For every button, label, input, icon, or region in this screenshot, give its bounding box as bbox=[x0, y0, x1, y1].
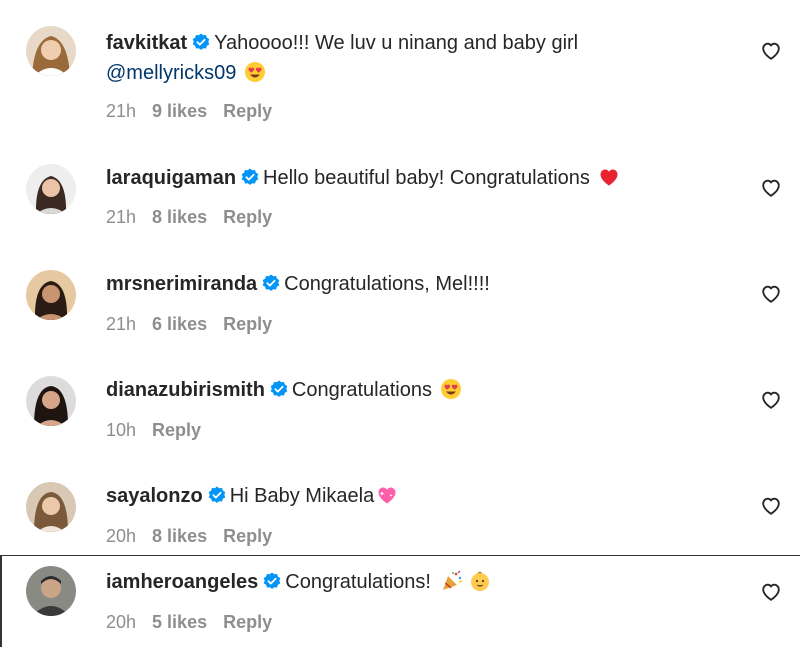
comment-text: Congratulations, Mel!!!! bbox=[284, 273, 490, 295]
timestamp: 20h bbox=[106, 526, 137, 546]
likes-count[interactable]: 8 likes bbox=[152, 526, 207, 546]
comment-line: sayalonzo Hi Baby Mikaela bbox=[106, 481, 730, 511]
like-heart-icon[interactable] bbox=[760, 581, 782, 603]
comment-line: laraquigaman Hello beautiful baby! Congra… bbox=[106, 163, 730, 193]
comment-text: Congratulations! bbox=[285, 571, 431, 593]
heart-eyes-emoji-icon bbox=[244, 61, 266, 83]
username-link[interactable]: laraquigaman bbox=[106, 167, 236, 189]
image-seam-line bbox=[0, 555, 800, 556]
likes-count[interactable]: 6 likes bbox=[152, 314, 207, 334]
image-seam-edge bbox=[0, 555, 2, 647]
verified-badge-icon bbox=[263, 572, 281, 590]
avatar[interactable] bbox=[26, 482, 76, 532]
like-heart-icon[interactable] bbox=[760, 389, 782, 411]
reply-button[interactable]: Reply bbox=[223, 101, 272, 121]
comment-meta: 20h 5 likes Reply bbox=[106, 612, 288, 633]
avatar[interactable] bbox=[26, 164, 76, 214]
timestamp: 21h bbox=[106, 101, 137, 121]
verified-badge-icon bbox=[208, 486, 226, 504]
baby-emoji-icon bbox=[469, 570, 491, 592]
heart-eyes-emoji-icon bbox=[440, 378, 462, 400]
username-link[interactable]: dianazubirismith bbox=[106, 379, 265, 401]
comment-text: Yahoooo!!! We luv u ninang and baby girl bbox=[214, 32, 579, 54]
reply-button[interactable]: Reply bbox=[152, 420, 201, 440]
sparkling-heart-emoji-icon bbox=[376, 484, 398, 506]
avatar[interactable] bbox=[26, 270, 76, 320]
like-heart-icon[interactable] bbox=[760, 283, 782, 305]
timestamp: 21h bbox=[106, 314, 137, 334]
red-heart-emoji-icon bbox=[598, 166, 620, 188]
comment-line: dianazubirismith Congratulations bbox=[106, 375, 730, 405]
avatar[interactable] bbox=[26, 26, 76, 76]
like-heart-icon[interactable] bbox=[760, 177, 782, 199]
comment-line: iamheroangeles Congratulations! bbox=[106, 567, 730, 597]
timestamp: 20h bbox=[106, 612, 137, 632]
comment-meta: 10h Reply bbox=[106, 420, 217, 441]
comment-meta: 21h 8 likes Reply bbox=[106, 207, 288, 228]
username-link[interactable]: favkitkat bbox=[106, 32, 187, 54]
likes-count[interactable]: 9 likes bbox=[152, 101, 207, 121]
reply-button[interactable]: Reply bbox=[223, 612, 272, 632]
party-popper-emoji-icon bbox=[441, 570, 463, 592]
timestamp: 10h bbox=[106, 420, 137, 440]
reply-button[interactable]: Reply bbox=[223, 526, 272, 546]
avatar[interactable] bbox=[26, 376, 76, 426]
comment-meta: 21h 6 likes Reply bbox=[106, 314, 288, 335]
like-heart-icon[interactable] bbox=[760, 40, 782, 62]
avatar[interactable] bbox=[26, 566, 76, 616]
mention-link[interactable]: @mellyricks09 bbox=[106, 62, 236, 84]
username-link[interactable]: iamheroangeles bbox=[106, 571, 258, 593]
likes-count[interactable]: 5 likes bbox=[152, 612, 207, 632]
username-link[interactable]: sayalonzo bbox=[106, 485, 203, 507]
verified-badge-icon bbox=[241, 168, 259, 186]
timestamp: 21h bbox=[106, 207, 137, 227]
username-link[interactable]: mrsnerimiranda bbox=[106, 273, 257, 295]
comment-text: Congratulations bbox=[291, 379, 432, 401]
reply-button[interactable]: Reply bbox=[223, 207, 272, 227]
verified-badge-icon bbox=[192, 33, 210, 51]
comment-text: Hi Baby Mikaela bbox=[229, 485, 375, 507]
comment-text: Hello beautiful baby! Congratulations bbox=[263, 167, 590, 189]
comment-meta: 21h 9 likes Reply bbox=[106, 101, 288, 122]
like-heart-icon[interactable] bbox=[760, 495, 782, 517]
verified-badge-icon bbox=[270, 380, 288, 398]
comment-line: favkitkat Yahoooo!!! We luv u ninang and … bbox=[106, 28, 730, 88]
likes-count[interactable]: 8 likes bbox=[152, 207, 207, 227]
verified-badge-icon bbox=[262, 274, 280, 292]
comment-meta: 20h 8 likes Reply bbox=[106, 526, 288, 547]
comment-line: mrsnerimiranda Congratulations, Mel!!!! bbox=[106, 269, 730, 299]
reply-button[interactable]: Reply bbox=[223, 314, 272, 334]
